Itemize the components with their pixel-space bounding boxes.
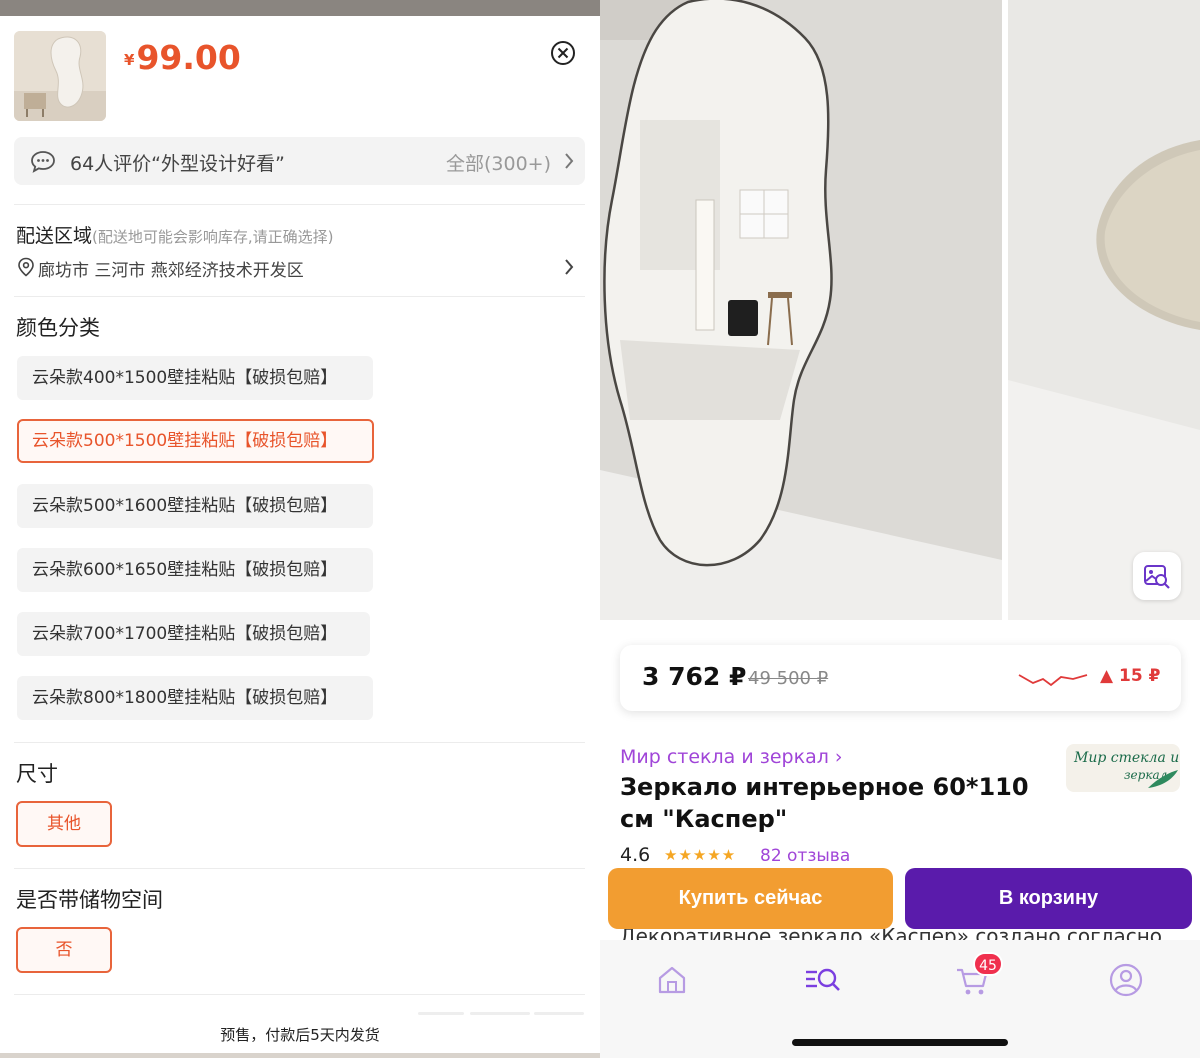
shipping-note: (配送地可能会影响库存,请正确选择) [92,228,334,246]
cart-count-badge: 45 [973,952,1003,976]
buy-now-button[interactable]: Купить сейчас [608,868,893,929]
color-option[interactable]: 云朵款500*1600壁挂粘贴【破损包赔】 [17,484,373,528]
reviews-link[interactable]: 82 отзыва [760,846,850,866]
price-change: ▲ 15 ₽ [1100,666,1161,686]
product-price: ¥99.00 [124,38,241,77]
review-summary-bar[interactable]: 64人评价“外型设计好看” 全部(300+) [14,137,585,185]
rating-stars: ★★★★★ [664,846,737,864]
shipping-title-text: 配送区域 [16,225,93,247]
close-icon[interactable] [550,40,576,66]
bottom-bar-edge [0,1053,600,1058]
location-pin-icon [17,257,35,281]
price-trend-sparkline-icon [1017,667,1091,693]
current-price: 3 762 ₽ [642,662,747,691]
color-option[interactable]: 云朵款400*1500壁挂粘贴【破损包赔】 [17,356,373,400]
presale-note: 预售，付款后5天内发货 [220,1026,380,1044]
divider [14,868,585,869]
chevron-right-icon[interactable] [563,257,575,281]
home-icon[interactable] [652,960,692,1000]
chat-bubble-icon [30,149,56,177]
divider [14,994,585,995]
size-title: 尺寸 [16,762,58,786]
shipping-address[interactable]: 廊坊市 三河市 燕郊经济技术开发区 [38,256,304,281]
visual-search-button[interactable] [1133,552,1181,600]
product-title: Зеркало интерьерное 60*110 см "Каспер" [620,773,1029,833]
marketplace-product-page: 3 762 ₽ 49 500 ₽ ▲ 15 ₽ Мир стекла и зер… [600,0,1200,1058]
seller-logo[interactable]: Мир стекла и зеркал [1066,744,1180,792]
divider [14,742,585,743]
product-thumbnail[interactable] [14,31,106,121]
seller-link[interactable]: Мир стекла и зеркал › [620,746,843,768]
profile-icon[interactable] [1106,960,1146,1000]
size-option-selected[interactable]: 其他 [16,801,112,847]
price-card[interactable]: 3 762 ₽ 49 500 ₽ ▲ 15 ₽ [620,645,1181,711]
catalog-search-icon[interactable] [803,960,843,1000]
divider [14,296,585,297]
scroll-hint [470,1012,530,1015]
backdrop-strip [0,0,600,16]
review-summary-text: 64人评价“外型设计好看” [70,153,285,175]
divider [14,204,585,205]
chevron-right-icon [563,151,575,175]
storage-space-title: 是否带储物空间 [16,888,163,912]
add-to-cart-button[interactable]: В корзину [905,868,1192,929]
rating-value: 4.6 [620,844,651,866]
color-category-title: 颜色分类 [16,316,100,340]
image-search-icon [1144,565,1170,589]
product-image-gallery[interactable] [600,0,1200,620]
home-indicator[interactable] [792,1039,1008,1046]
color-option[interactable]: 云朵款800*1800壁挂粘贴【破损包赔】 [17,676,373,720]
color-option[interactable]: 云朵款600*1650壁挂粘贴【破损包赔】 [17,548,373,592]
scroll-hint [534,1012,584,1015]
review-all-link[interactable]: 全部(300+) [446,149,551,176]
old-price: 49 500 ₽ [748,668,829,689]
color-option[interactable]: 云朵款700*1700壁挂粘贴【破损包赔】 [17,612,370,656]
scroll-hint [418,1012,464,1015]
color-option-selected[interactable]: 云朵款500*1500壁挂粘贴【破损包赔】 [17,419,374,463]
currency-symbol: ¥ [124,51,135,69]
storage-option-selected[interactable]: 否 [16,927,112,973]
price-value: 99.00 [136,38,241,77]
shipping-area-title: 配送区域(配送地可能会影响库存,请正确选择) [16,221,334,248]
product-options-sheet: ¥99.00 64人评价“外型设计好看” 全部(300+) 配送区域(配送地可能… [0,0,600,1058]
